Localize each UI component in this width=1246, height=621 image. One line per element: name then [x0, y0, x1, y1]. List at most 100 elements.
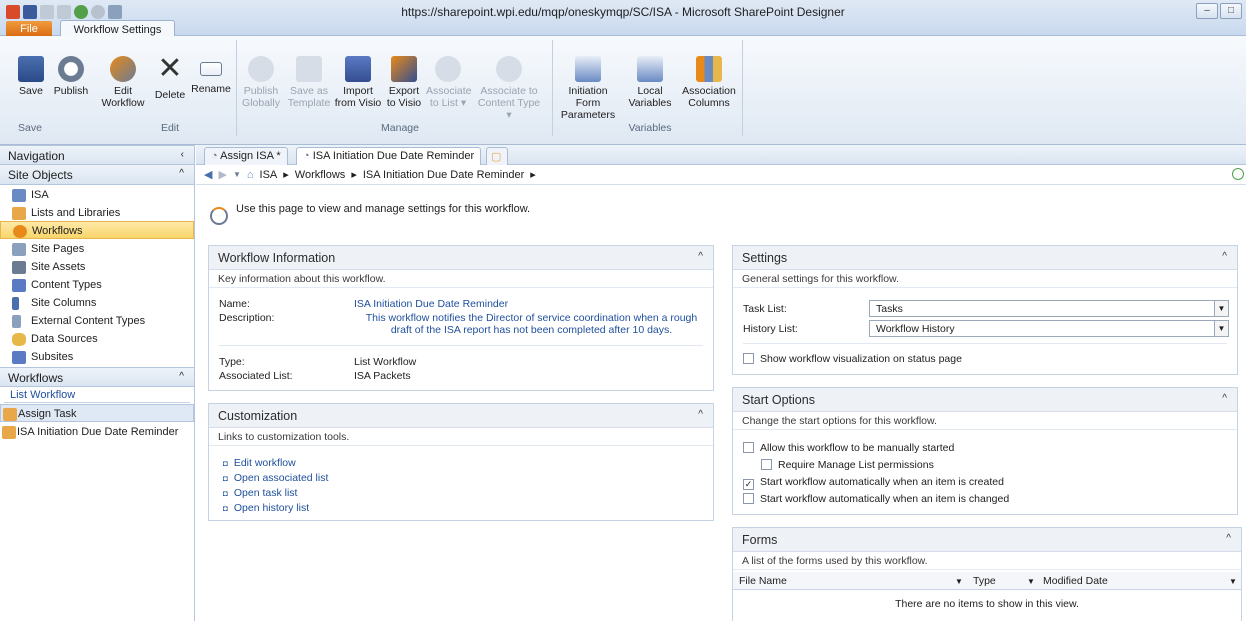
open-task-list-link[interactable]: ◘ Open task list	[223, 487, 297, 499]
edit-workflow-icon	[110, 56, 136, 82]
workflow-item-isa-initiation[interactable]: ISA Initiation Due Date Reminder	[0, 422, 194, 440]
history-dropdown-icon[interactable]: ▼	[233, 170, 241, 179]
allow-manual-start-checkbox[interactable]: Allow this workflow to be manually start…	[743, 442, 954, 454]
scroll-indicator-icon[interactable]	[1232, 168, 1244, 180]
nav-item-subsites[interactable]: Subsites	[0, 347, 194, 365]
main-area: ◔ Assign ISA * ◔ ISA Initiation Due Date…	[196, 145, 1246, 621]
column-modified-date[interactable]: Modified Date	[1043, 575, 1108, 587]
rename-button[interactable]: Rename	[190, 40, 232, 95]
breadcrumb-root[interactable]: ISA	[260, 169, 278, 181]
publish-button[interactable]: Publish	[50, 40, 92, 97]
navigation-header: Navigation ‹	[0, 145, 194, 165]
save-button[interactable]: Save	[14, 40, 48, 97]
local-variables-button[interactable]: Local Variables	[624, 40, 676, 109]
publish-globally-button[interactable]: Publish Globally	[240, 40, 282, 109]
home-icon	[12, 188, 26, 202]
open-history-list-link[interactable]: ◘ Open history list	[223, 502, 309, 514]
nav-item-site-columns[interactable]: Site Columns	[0, 293, 194, 311]
panel-header: Forms ^	[733, 528, 1241, 552]
association-columns-icon	[696, 56, 722, 82]
panel-header: Workflow Information ^	[209, 246, 713, 270]
local-variables-icon	[637, 56, 663, 82]
document-tabs: ◔ Assign ISA * ◔ ISA Initiation Due Date…	[196, 145, 1246, 165]
tab-isa-initiation-reminder[interactable]: ◔ ISA Initiation Due Date Reminder	[296, 147, 482, 165]
chevron-down-icon: ▼	[1214, 321, 1228, 336]
associate-to-list-button[interactable]: Associate to List ▾	[426, 40, 472, 109]
edit-workflow-link[interactable]: ◘ Edit workflow	[223, 457, 296, 469]
nav-item-lists[interactable]: Lists and Libraries	[0, 203, 194, 221]
workflows-header[interactable]: Workflows ^	[0, 367, 194, 387]
maximize-button[interactable]: □	[1220, 3, 1242, 19]
breadcrumb-separator-icon: ▸	[351, 169, 357, 181]
associate-list-icon	[435, 56, 461, 82]
checkbox-icon	[743, 442, 754, 453]
nav-item-site-pages[interactable]: Site Pages	[0, 239, 194, 257]
save-as-template-button[interactable]: Save as Template	[284, 40, 334, 109]
column-modified-sort[interactable]: ▼	[1229, 575, 1237, 587]
home-icon: ⌂	[246, 168, 254, 181]
lists-icon	[12, 206, 26, 220]
show-visualization-checkbox[interactable]: Show workflow visualization on status pa…	[743, 353, 962, 365]
breadcrumb-current[interactable]: ISA Initiation Due Date Reminder	[363, 169, 524, 181]
breadcrumb: ◀ ▶ ▼ ⌂ ISA ▸ Workflows ▸ ISA Initiation…	[196, 165, 1246, 185]
nav-item-site-assets[interactable]: Site Assets	[0, 257, 194, 275]
nav-item-workflows[interactable]: Workflows	[0, 221, 194, 239]
collapse-icon[interactable]: ^	[698, 409, 703, 420]
collapse-icon[interactable]: ^	[1222, 251, 1227, 262]
nav-item-external-content-types[interactable]: External Content Types	[0, 311, 194, 329]
collapse-nav-icon[interactable]: ‹	[181, 149, 184, 160]
assets-icon	[12, 260, 26, 274]
initiation-form-parameters-button[interactable]: Initiation Form Parameters	[556, 40, 620, 121]
start-on-change-checkbox[interactable]: Start workflow automatically when an ite…	[743, 493, 1009, 505]
history-list-select[interactable]: Workflow History ▼	[869, 320, 1229, 337]
nav-item-content-types[interactable]: Content Types	[0, 275, 194, 293]
publish-globally-icon	[248, 56, 274, 82]
workflow-icon	[2, 425, 16, 439]
forward-button[interactable]: ▶	[218, 168, 226, 181]
new-tab-button[interactable]: ▢	[486, 147, 508, 165]
checkbox-icon	[743, 493, 754, 504]
new-tab-icon: ▢	[491, 151, 502, 163]
column-type-sort[interactable]: ▼	[1027, 575, 1035, 587]
group-edit: Edit	[160, 122, 180, 134]
customization-panel: Customization ^ Links to customization to…	[208, 403, 714, 521]
collapse-icon[interactable]: ^	[1226, 533, 1231, 544]
edit-workflow-button[interactable]: Edit Workflow	[100, 40, 146, 109]
chevron-down-icon: ▼	[955, 577, 963, 586]
column-type[interactable]: Type	[973, 575, 996, 587]
associated-list-value: ISA Packets	[354, 370, 411, 382]
nav-item-data-sources[interactable]: Data Sources	[0, 329, 194, 347]
import-from-visio-button[interactable]: Import from Visio	[334, 40, 382, 109]
tab-assign-isa[interactable]: ◔ Assign ISA *	[204, 147, 288, 165]
breadcrumb-workflows[interactable]: Workflows	[295, 169, 346, 181]
site-objects-header[interactable]: Site Objects ^	[0, 165, 194, 185]
open-associated-list-link[interactable]: ◘ Open associated list	[223, 472, 328, 484]
workflow-icon	[13, 224, 27, 238]
task-list-select[interactable]: Tasks ▼	[869, 300, 1229, 317]
export-visio-icon	[391, 56, 417, 82]
publish-icon	[58, 56, 84, 82]
name-value[interactable]: ISA Initiation Due Date Reminder	[354, 298, 508, 310]
rename-icon	[200, 62, 222, 76]
association-columns-button[interactable]: Association Columns	[680, 40, 738, 109]
delete-button[interactable]: ✕ Delete	[152, 40, 188, 102]
checkbox-icon	[743, 353, 754, 364]
associate-to-content-type-button[interactable]: Associate to Content Type ▾	[474, 40, 544, 121]
back-button[interactable]: ◀	[204, 168, 212, 181]
export-to-visio-button[interactable]: Export to Visio	[382, 40, 426, 109]
workflow-item-assign-task[interactable]: Assign Task	[0, 404, 194, 422]
chevron-up-icon: ^	[179, 371, 184, 382]
history-list-label: History List:	[743, 323, 798, 335]
description-value[interactable]: This workflow notifies the Director of s…	[354, 312, 709, 336]
column-file-name[interactable]: File Name	[739, 575, 787, 587]
column-file-name-sort[interactable]: ▼	[955, 575, 963, 587]
start-on-create-checkbox[interactable]: ✓ Start workflow automatically when an it…	[743, 476, 1004, 490]
minimize-button[interactable]: –	[1196, 3, 1218, 19]
collapse-icon[interactable]: ^	[1222, 393, 1227, 404]
nav-item-isa[interactable]: ISA	[0, 185, 194, 203]
tab-file[interactable]: File	[6, 21, 52, 37]
require-manage-list-checkbox[interactable]: Require Manage List permissions	[761, 459, 934, 471]
subsites-icon	[12, 350, 26, 364]
collapse-icon[interactable]: ^	[698, 251, 703, 262]
breadcrumb-separator-icon: ▸	[283, 169, 289, 181]
